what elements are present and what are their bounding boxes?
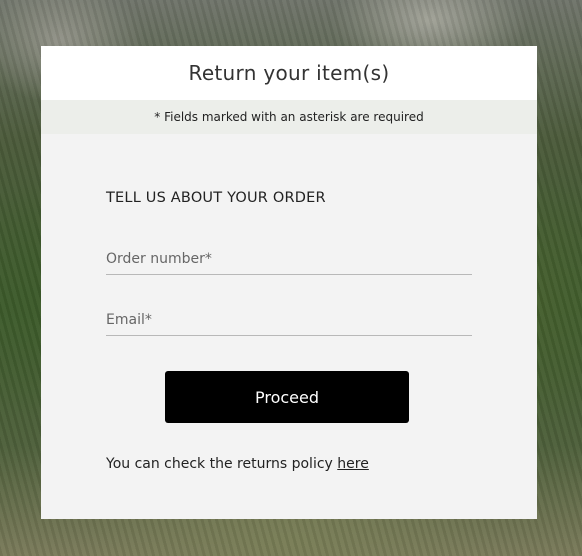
required-fields-note: * Fields marked with an asterisk are req… [41, 100, 537, 134]
email-field [106, 299, 472, 336]
proceed-button[interactable]: Proceed [165, 371, 409, 423]
modal-body: TELL US ABOUT YOUR ORDER Proceed You can… [41, 190, 537, 472]
modal-header: Return your item(s) [41, 46, 537, 100]
order-number-field [106, 238, 472, 275]
section-heading: TELL US ABOUT YOUR ORDER [106, 190, 326, 206]
return-modal: Return your item(s) * Fields marked with… [41, 46, 537, 519]
returns-policy-text: You can check the returns policy [106, 456, 338, 472]
order-number-input[interactable] [106, 244, 472, 274]
email-input[interactable] [106, 305, 472, 335]
returns-policy-line: You can check the returns policy here [106, 456, 472, 472]
modal-title: Return your item(s) [188, 61, 390, 85]
returns-policy-link[interactable]: here [337, 456, 369, 472]
